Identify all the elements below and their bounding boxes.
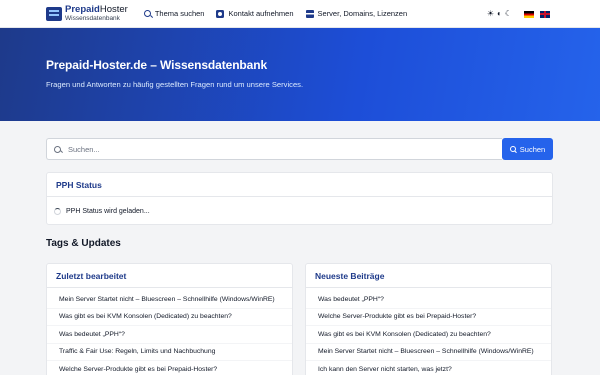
list-item[interactable]: Mein Server Startet nicht – Bluescreen –… xyxy=(47,291,292,309)
moon-icon[interactable]: ☾ xyxy=(505,10,512,18)
search-button[interactable]: Suchen xyxy=(502,138,553,160)
uk-flag-icon[interactable] xyxy=(540,10,550,18)
top-navigation: PrepaidHoster Wissensdatenbank Thema suc… xyxy=(0,0,600,28)
search-input[interactable] xyxy=(68,144,488,154)
contrast-icon[interactable]: ◐ xyxy=(497,10,502,18)
nav-link-label: Server, Domains, Lizenzen xyxy=(317,9,408,18)
loading-spinner-icon xyxy=(54,207,61,215)
contact-icon xyxy=(216,9,225,18)
server-logo-icon xyxy=(46,6,62,21)
search-icon xyxy=(54,145,61,153)
hero-banner: Prepaid-Hoster.de – Wissensdatenbank Fra… xyxy=(0,28,600,121)
list-item[interactable]: Ich kann den Server nicht starten, was j… xyxy=(306,361,551,375)
brand-subtitle: Wissensdatenbank xyxy=(65,14,120,22)
status-body: PPH Status wird geladen... xyxy=(47,197,552,225)
sun-icon[interactable]: ☀ xyxy=(487,10,494,18)
status-title: PPH Status xyxy=(47,173,552,197)
brand-name-bold: Prepaid xyxy=(65,4,100,15)
nav-link-server-domains[interactable]: Server, Domains, Lizenzen xyxy=(305,9,408,18)
brand-logo-link[interactable]: PrepaidHoster Wissensdatenbank xyxy=(46,0,128,28)
server-icon xyxy=(305,9,314,18)
recently-edited-card: Zuletzt bearbeitet Mein Server Startet n… xyxy=(46,263,293,375)
latest-posts-list: Was bedeutet „PPH“? Welche Server-Produk… xyxy=(306,291,551,375)
search-bar: Suchen xyxy=(46,138,553,160)
latest-posts-title: Neueste Beiträge xyxy=(306,264,551,288)
list-item[interactable]: Was gibt es bei KVM Konsolen (Dedicated)… xyxy=(47,309,292,326)
nav-links: Thema suchen Kontakt aufnehmen Server, D… xyxy=(143,9,419,18)
list-item[interactable]: Was bedeutet „PPH“? xyxy=(306,291,551,309)
nav-link-kontakt[interactable]: Kontakt aufnehmen xyxy=(216,9,294,18)
latest-posts-card: Neueste Beiträge Was bedeutet „PPH“? Wel… xyxy=(305,263,552,375)
list-item[interactable]: Traffic & Fair Use: Regeln, Limits und N… xyxy=(47,344,292,361)
recently-edited-list: Mein Server Startet nicht – Bluescreen –… xyxy=(47,291,292,375)
nav-link-thema-suchen[interactable]: Thema suchen xyxy=(143,9,205,18)
search-icon xyxy=(143,10,151,17)
list-item[interactable]: Welche Server-Produkte gibt es bei Prepa… xyxy=(306,309,551,326)
status-card: PPH Status PPH Status wird geladen... xyxy=(46,172,553,225)
nav-right: ☀ ◐ ☾ xyxy=(484,0,550,28)
search-field xyxy=(46,138,502,160)
page-subtitle: Fragen und Antworten zu häufig gestellte… xyxy=(46,80,304,89)
brand-name: PrepaidHoster xyxy=(65,5,128,15)
page-title: Prepaid-Hoster.de – Wissensdatenbank xyxy=(46,58,268,72)
list-item[interactable]: Was bedeutet „PPH“? xyxy=(47,326,292,344)
brand-text: PrepaidHoster Wissensdatenbank xyxy=(65,5,128,22)
nav-link-label: Thema suchen xyxy=(154,9,205,18)
list-item[interactable]: Was gibt es bei KVM Konsolen (Dedicated)… xyxy=(306,326,551,344)
recently-edited-title: Zuletzt bearbeitet xyxy=(47,264,292,288)
german-flag-icon[interactable] xyxy=(524,10,534,18)
brand-name-rest: Hoster xyxy=(99,4,128,15)
list-item[interactable]: Welche Server-Produkte gibt es bei Prepa… xyxy=(47,361,292,375)
list-item[interactable]: Mein Server Startet nicht – Bluescreen –… xyxy=(306,344,551,361)
section-title: Tags & Updates xyxy=(46,238,121,249)
nav-link-label: Kontakt aufnehmen xyxy=(228,9,294,18)
search-button-label: Suchen xyxy=(519,144,546,154)
status-loading-text: PPH Status wird geladen... xyxy=(66,207,150,215)
search-icon xyxy=(509,146,516,152)
